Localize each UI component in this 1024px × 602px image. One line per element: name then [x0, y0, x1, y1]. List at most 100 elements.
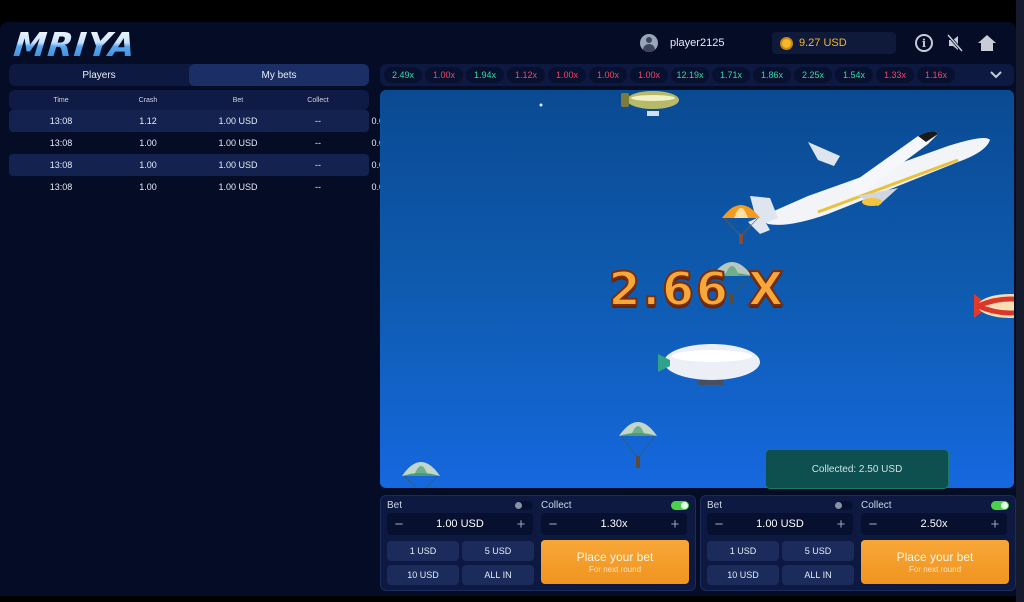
history-multiplier-chip[interactable]: 1.86x [753, 67, 791, 83]
history-multiplier-chip[interactable]: 1.12x [507, 67, 545, 83]
my-bets-table: Time Crash Bet Collect Win 13:08 1.12 1.… [9, 90, 411, 198]
auto-bet-toggle[interactable] [835, 501, 853, 510]
col-time: Time [53, 96, 69, 104]
auto-collect-toggle[interactable] [991, 501, 1009, 510]
cell-time: 13:08 [49, 116, 73, 126]
table-row: 13:08 1.00 1.00 USD -- 0.00 USD [9, 176, 411, 198]
bet-label: Bet [387, 500, 403, 511]
history-multiplier-chip[interactable]: 1.33x [876, 67, 914, 83]
place-bet-button[interactable]: Place your bet For next round [541, 540, 689, 584]
history-multiplier-chip[interactable]: 1.71x [712, 67, 750, 83]
mriya-plane-sprite [748, 131, 990, 234]
history-multiplier-chip[interactable]: 2.25x [794, 67, 832, 83]
history-multiplier-chip[interactable]: 1.94x [466, 67, 504, 83]
decrease-bet-button[interactable]: − [393, 517, 405, 532]
game-app: MRIYA player2125 9.27 USD i Players My b… [0, 22, 1016, 596]
decrease-bet-button[interactable]: − [713, 517, 725, 532]
history-multiplier-chip[interactable]: 1.00x [589, 67, 627, 83]
cell-crash: 1.00 [139, 160, 157, 170]
home-icon [978, 35, 996, 51]
cell-time: 13:08 [49, 182, 73, 192]
table-header: Time Crash Bet Collect Win [9, 90, 397, 110]
collect-multiplier-value[interactable]: 1.30x [601, 518, 628, 530]
history-multiplier-chip[interactable]: 1.00x [548, 67, 586, 83]
history-multiplier-chip[interactable]: 2.49x [384, 67, 422, 83]
current-multiplier: 2.66 X [608, 261, 786, 317]
sound-muted-icon [946, 34, 964, 52]
cell-bet: 1.00 USD [218, 138, 258, 148]
table-row: 13:08 1.00 1.00 USD -- 0.00 USD [9, 132, 411, 154]
blimp-sprite [621, 91, 679, 116]
tab-my-bets[interactable]: My bets [189, 64, 369, 86]
cell-crash: 1.00 [139, 182, 157, 192]
quick-bet-5-usd[interactable]: 5 USD [462, 541, 534, 561]
cell-collect: -- [315, 160, 321, 170]
chevron-down-icon[interactable] [988, 67, 1004, 83]
history-multiplier-chip[interactable]: 1.00x [425, 67, 463, 83]
collect-multiplier-value[interactable]: 2.50x [921, 518, 948, 530]
parachute-sprite [722, 205, 760, 244]
bet-amount-value[interactable]: 1.00 USD [436, 518, 484, 530]
cell-collect: -- [315, 116, 321, 126]
game-canvas: 2.66 X [380, 90, 1014, 488]
balance-value: 9.27 USD [799, 37, 847, 49]
increase-bet-button[interactable]: + [835, 517, 847, 532]
bet-panel-2: Bet Collect − 1.00 USD + − 2.50x + 1 USD… [700, 495, 1016, 591]
col-collect: Collect [307, 96, 329, 104]
increase-collect-button[interactable]: + [989, 517, 1001, 532]
cell-crash: 1.12 [139, 116, 157, 126]
blimp-sprite [658, 344, 760, 385]
quick-bet-5-usd[interactable]: 5 USD [782, 541, 854, 561]
cell-collect: -- [315, 182, 321, 192]
user-avatar-icon [640, 34, 658, 52]
bet-amount-value[interactable]: 1.00 USD [756, 518, 804, 530]
user-info[interactable]: player2125 [640, 34, 724, 52]
history-multiplier-chip[interactable]: 1.00x [630, 67, 668, 83]
parachute-sprite [402, 462, 440, 488]
table-row: 13:08 1.12 1.00 USD -- 0.00 USD [9, 110, 411, 132]
cell-time: 13:08 [49, 138, 73, 148]
window-edge [1016, 0, 1024, 602]
increase-bet-button[interactable]: + [515, 517, 527, 532]
quick-bet-all-in[interactable]: ALL IN [782, 565, 854, 585]
info-button[interactable]: i [913, 32, 935, 54]
home-button[interactable] [976, 32, 998, 54]
bet-panel-1: Bet Collect − 1.00 USD + − 1.30x + 1 USD… [380, 495, 696, 591]
cell-bet: 1.00 USD [218, 116, 258, 126]
history-multiplier-chip[interactable]: 12.19x [671, 67, 709, 83]
decrease-collect-button[interactable]: − [867, 517, 879, 532]
balance-display: 9.27 USD [772, 32, 896, 54]
quick-bet-1-usd[interactable]: 1 USD [387, 541, 459, 561]
collected-toast: Collected: 2.50 USD [765, 449, 949, 489]
coin-icon [780, 36, 793, 50]
username: player2125 [670, 37, 725, 49]
history-list: 2.49x 1.00x 1.94x 1.12x 1.00x 1.00x 1.00x 12.19… [384, 67, 955, 83]
place-bet-label: Place your bet [576, 550, 654, 564]
quick-bet-1-usd[interactable]: 1 USD [707, 541, 779, 561]
multiplier-history: 2.49x 1.00x 1.94x 1.12x 1.00x 1.00x 1.00x 12.19… [380, 64, 1014, 86]
sound-toggle-button[interactable] [944, 32, 966, 54]
auto-collect-toggle[interactable] [671, 501, 689, 510]
bet-amount-stepper: − 1.00 USD + [387, 513, 533, 535]
cell-bet: 1.00 USD [218, 160, 258, 170]
quick-bet-10-usd[interactable]: 10 USD [387, 565, 459, 585]
collect-multiplier-stepper: − 2.50x + [861, 513, 1007, 535]
increase-collect-button[interactable]: + [669, 517, 681, 532]
place-bet-button[interactable]: Place your bet For next round [861, 540, 1009, 584]
history-multiplier-chip[interactable]: 1.54x [835, 67, 873, 83]
cell-bet: 1.00 USD [218, 182, 258, 192]
quick-bet-10-usd[interactable]: 10 USD [707, 565, 779, 585]
place-bet-label: Place your bet [896, 550, 974, 564]
cell-time: 13:08 [49, 160, 73, 170]
info-icon: i [915, 34, 933, 52]
collect-label: Collect [541, 500, 572, 511]
star-sprite [539, 103, 543, 107]
decrease-collect-button[interactable]: − [547, 517, 559, 532]
auto-bet-toggle[interactable] [515, 501, 533, 510]
tab-players[interactable]: Players [9, 64, 189, 86]
logo: MRIYA [12, 25, 138, 64]
collect-multiplier-stepper: − 1.30x + [541, 513, 687, 535]
quick-bet-all-in[interactable]: ALL IN [462, 565, 534, 585]
history-multiplier-chip[interactable]: 1.16x [917, 67, 955, 83]
place-bet-sublabel: For next round [908, 565, 962, 574]
